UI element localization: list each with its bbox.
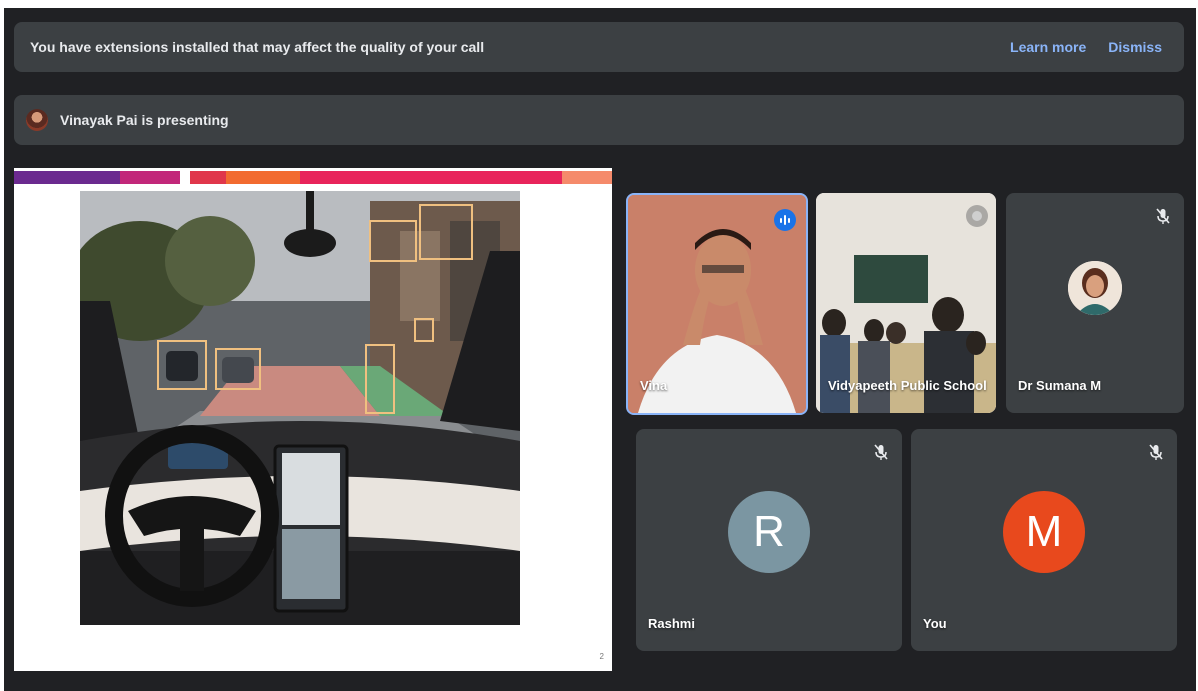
participant-avatar: M xyxy=(1003,491,1085,573)
participant-name: Vidyapeeth Public School xyxy=(828,378,987,393)
pin-icon[interactable] xyxy=(966,205,988,227)
participant-tile-vidyapeeth[interactable]: Vidyapeeth Public School xyxy=(816,193,996,413)
autonomous-car-dashboard-image xyxy=(80,191,520,625)
stripe-segment xyxy=(300,171,562,184)
slide-page-number: 2 xyxy=(599,652,604,661)
presenting-banner: Vinayak Pai is presenting xyxy=(14,95,1184,145)
speaking-indicator-icon xyxy=(774,209,796,231)
slide-color-stripe xyxy=(14,171,612,184)
stripe-segment xyxy=(226,171,300,184)
presenter-avatar xyxy=(26,109,48,131)
participant-name: You xyxy=(923,616,947,631)
participant-tile-sumana[interactable]: Dr Sumana M xyxy=(1006,193,1184,413)
extension-warning-banner: You have extensions installed that may a… xyxy=(14,22,1184,72)
extension-warning-text: You have extensions installed that may a… xyxy=(30,39,485,55)
participant-tile-vinayak[interactable]: Vina xyxy=(626,193,808,415)
participant-avatar: R xyxy=(728,491,810,573)
learn-more-link[interactable]: Learn more xyxy=(1010,39,1086,55)
stripe-segment xyxy=(562,171,612,184)
mic-off-icon xyxy=(1149,444,1163,460)
presenting-text: Vinayak Pai is presenting xyxy=(60,112,229,128)
participant-name: Dr Sumana M xyxy=(1018,378,1102,393)
stripe-segment xyxy=(180,171,190,184)
participant-avatar-photo xyxy=(1068,261,1122,315)
dismiss-button[interactable]: Dismiss xyxy=(1108,39,1162,55)
participant-name: Vina xyxy=(640,378,668,393)
stripe-segment xyxy=(120,171,180,184)
participant-tile-rashmi[interactable]: R Rashmi xyxy=(636,429,902,651)
participant-name: Rashmi xyxy=(648,616,695,631)
mic-off-icon xyxy=(874,444,888,460)
participant-tile-you[interactable]: M You xyxy=(911,429,1177,651)
stripe-segment xyxy=(14,171,120,184)
presentation-slide: 2 xyxy=(14,168,612,671)
mic-off-icon xyxy=(1156,208,1170,224)
meeting-stage: You have extensions installed that may a… xyxy=(4,8,1196,691)
stripe-segment xyxy=(190,171,226,184)
